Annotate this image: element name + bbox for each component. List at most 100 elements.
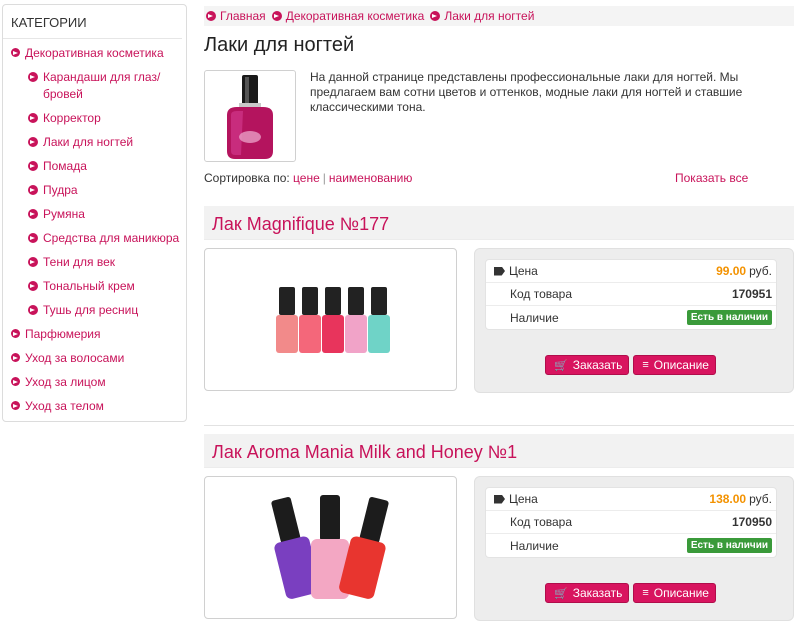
category-label: Тушь для ресниц [43,303,139,317]
code-label: Код товара [510,287,573,301]
breadcrumb-label: Декоративная косметика [285,9,425,23]
arrow-bullet-icon [28,185,38,195]
sort-separator: | [322,171,326,185]
price-row: Цена 138.00 руб. [486,488,776,511]
product-image[interactable] [204,248,457,391]
product-actions: 🛒 Заказать ≡ Описание [545,583,720,603]
product-title[interactable]: Лак Aroma Mania Milk and Honey №1 [204,434,794,468]
arrow-bullet-icon [28,305,38,315]
tag-icon [494,266,505,276]
page-title: Лаки для ногтей [204,34,355,56]
product-info-panel: Цена 99.00 руб. Код товара 170951 Наличие… [474,248,794,393]
category-label: Тональный крем [43,279,135,293]
category-label: Парфюмерия [25,327,101,341]
category-decorative[interactable]: Декоративная косметика [3,45,186,62]
category-lipstick[interactable]: Помада [3,158,186,175]
category-face-care[interactable]: Уход за лицом [3,374,186,391]
category-manicure[interactable]: Средства для маникюра [3,230,186,247]
breadcrumb-home[interactable]: Главная [206,9,266,23]
arrow-bullet-icon [11,353,20,362]
category-pencils[interactable]: Карандаши для глаз/бровей [3,69,186,103]
product-title[interactable]: Лак Magnifique №177 [204,206,794,240]
categories-sidebar: КАТЕГОРИИ Декоративная косметика Каранда… [2,4,187,422]
category-label: Лаки для ногтей [43,135,134,149]
price-value-wrap: 138.00 руб. [709,492,772,506]
category-description: На данной странице представлены професси… [310,70,743,114]
category-hair-care[interactable]: Уход за волосами [3,350,186,367]
code-value: 170950 [731,515,772,529]
code-row: Код товара 170950 [486,511,776,534]
stock-badge: Есть в наличии [686,538,772,553]
category-label: Уход за волосами [25,351,125,365]
breadcrumb: Главная Декоративная косметика Лаки для … [204,6,794,26]
order-button[interactable]: 🛒 Заказать [545,355,630,375]
arrow-bullet-icon [28,137,38,147]
price-value: 138.00 [709,492,747,506]
product-card: Лак Magnifique №177 Цена 99.00 руб. Код т… [204,206,794,393]
sort-by-name-link[interactable]: наименованию [329,171,412,185]
arrow-bullet-icon [28,113,38,123]
price-value: 99.00 [716,264,747,278]
product-card: Лак Aroma Mania Milk and Honey №1 Цена 1… [204,434,794,621]
category-nail-polish[interactable]: Лаки для ногтей [3,134,186,151]
category-corrector[interactable]: Корректор [3,110,186,127]
arrow-bullet-icon [28,209,38,219]
arrow-bullet-icon [11,48,20,57]
code-label: Код товара [510,515,573,529]
stock-row: Наличие Есть в наличии [486,306,776,329]
category-label: Тени для век [43,255,115,269]
price-label: Цена [509,264,538,278]
list-icon: ≡ [642,359,649,371]
breadcrumb-decorative[interactable]: Декоративная косметика [271,9,425,23]
list-icon: ≡ [642,587,649,599]
price-label: Цена [509,492,538,506]
order-button-label: Заказать [572,586,623,600]
category-eyeshadow[interactable]: Тени для век [3,254,186,271]
arrow-bullet-icon [28,161,38,171]
breadcrumb-nail-polish[interactable]: Лаки для ногтей [430,9,534,23]
product-info-table: Цена 138.00 руб. Код товара 170950 Наличи… [485,487,777,558]
arrow-bullet-icon [430,11,441,21]
breadcrumb-label: Лаки для ногтей [444,9,535,23]
arrow-bullet-icon [271,11,282,21]
category-mascara[interactable]: Тушь для ресниц [3,302,186,319]
description-button-label: Описание [653,358,709,372]
cart-icon: 🛒 [554,359,568,372]
description-button[interactable]: ≡ Описание [633,583,716,603]
arrow-bullet-icon [28,233,38,243]
category-foundation[interactable]: Тональный крем [3,278,186,295]
nail-polish-bottle-image [227,75,273,159]
price-value-wrap: 99.00 руб. [716,264,772,278]
stock-label: Наличие [510,310,559,325]
category-blush[interactable]: Румяна [3,206,186,223]
price-row: Цена 99.00 руб. [486,260,776,283]
category-label: Уход за лицом [25,375,106,389]
show-all-link[interactable]: Показать все [675,171,748,185]
breadcrumb-label: Главная [220,9,266,23]
arrow-bullet-icon [11,401,20,410]
category-label: Румяна [43,207,85,221]
category-label: Средства для маникюра [43,231,180,245]
arrow-bullet-icon [206,11,216,21]
stock-badge: Есть в наличии [686,310,772,325]
order-button[interactable]: 🛒 Заказать [545,583,630,603]
arrow-bullet-icon [28,281,38,291]
product-image[interactable] [204,476,457,619]
currency-label: руб. [749,492,772,506]
cart-icon: 🛒 [554,587,568,600]
tag-icon [494,494,505,504]
sort-by-price-link[interactable]: цене [293,171,320,185]
sort-label: Сортировка по: [204,171,290,185]
nail-polish-set-image [276,287,390,353]
category-label: Помада [43,159,87,173]
currency-label: руб. [749,264,772,278]
description-button[interactable]: ≡ Описание [633,355,716,375]
price-label-wrap: Цена [494,492,538,506]
sidebar-title: КАТЕГОРИИ [3,5,182,39]
category-label: Карандаши для глаз/бровей [43,70,161,101]
category-perfume[interactable]: Парфюмерия [3,326,186,343]
order-button-label: Заказать [572,358,623,372]
product-info-panel: Цена 138.00 руб. Код товара 170950 Наличи… [474,476,794,621]
category-powder[interactable]: Пудра [3,182,186,199]
category-body-care[interactable]: Уход за телом [3,398,186,415]
